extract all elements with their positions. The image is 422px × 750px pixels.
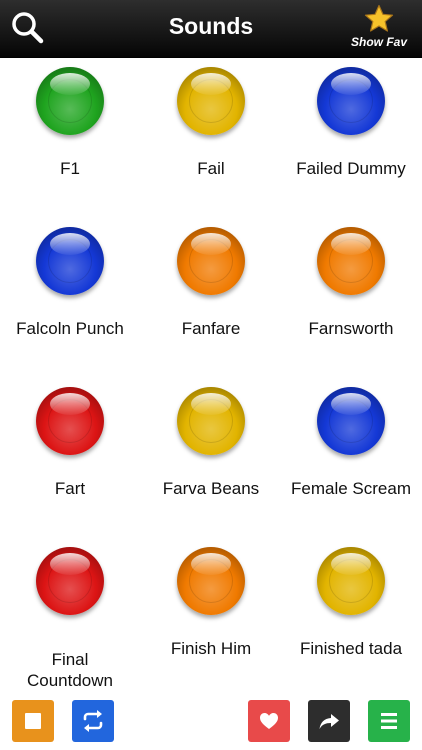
sound-button[interactable] <box>36 227 104 295</box>
sound-button[interactable] <box>177 67 245 135</box>
sound-label: F1 <box>60 159 80 178</box>
menu-icon <box>381 713 397 729</box>
button-gloss <box>50 393 90 415</box>
share-arrow-icon <box>319 714 339 729</box>
sound-item[interactable]: Final Countdown <box>0 537 140 697</box>
sound-button[interactable] <box>317 227 385 295</box>
repeat-icon <box>83 710 103 732</box>
sound-label: Finish Him <box>170 639 252 658</box>
sound-item[interactable]: Finish Him <box>141 537 281 697</box>
favorite-button[interactable] <box>248 700 290 742</box>
sound-item[interactable]: Finished tada <box>281 537 421 697</box>
sound-label: Failed Dummy <box>296 159 406 178</box>
sound-item[interactable]: Fail <box>141 57 281 217</box>
button-gloss <box>331 393 371 415</box>
sound-button[interactable] <box>36 547 104 615</box>
button-gloss <box>191 393 231 415</box>
show-fav-label: Show Fav <box>350 35 407 49</box>
sound-item[interactable]: F1 <box>0 57 140 217</box>
sound-item[interactable]: Farva Beans <box>141 377 281 537</box>
share-button[interactable] <box>308 700 350 742</box>
sound-item[interactable]: Falcoln Punch <box>0 217 140 377</box>
search-button[interactable] <box>10 10 46 46</box>
sound-label: Fanfare <box>181 319 241 338</box>
sound-label: Farva Beans <box>162 479 260 498</box>
sound-label: Fail <box>197 159 225 178</box>
sound-button[interactable] <box>36 387 104 455</box>
stop-icon <box>25 713 41 729</box>
button-gloss <box>191 233 231 255</box>
sound-label: Final Countdown <box>26 650 113 690</box>
sound-item[interactable]: Female Scream <box>281 377 421 537</box>
bottom-toolbar <box>0 690 422 750</box>
heart-icon <box>260 713 278 729</box>
sound-grid: F1 Fail Failed Dummy Falcoln Punch Fanfare Fa… <box>0 57 422 690</box>
sound-item[interactable]: Fart <box>0 377 140 537</box>
repeat-button[interactable] <box>72 700 114 742</box>
button-gloss <box>50 553 90 575</box>
star-icon <box>364 4 394 32</box>
sound-button[interactable] <box>317 387 385 455</box>
sound-button[interactable] <box>36 67 104 135</box>
button-gloss <box>191 553 231 575</box>
sound-button[interactable] <box>177 387 245 455</box>
sound-label: Finished tada <box>299 639 403 658</box>
sound-label: Farnsworth <box>308 319 394 338</box>
show-fav-button[interactable]: Show Fav <box>342 4 416 54</box>
sound-button[interactable] <box>317 547 385 615</box>
sound-label: Falcoln Punch <box>16 319 124 338</box>
menu-button[interactable] <box>368 700 410 742</box>
button-gloss <box>331 233 371 255</box>
button-gloss <box>191 73 231 95</box>
button-gloss <box>331 73 371 95</box>
sound-button[interactable] <box>177 227 245 295</box>
sound-item[interactable]: Farnsworth <box>281 217 421 377</box>
sound-label: Fart <box>54 479 86 498</box>
button-gloss <box>50 73 90 95</box>
button-gloss <box>50 233 90 255</box>
search-icon <box>12 12 44 44</box>
sound-button[interactable] <box>317 67 385 135</box>
stop-button[interactable] <box>12 700 54 742</box>
sound-item[interactable]: Fanfare <box>141 217 281 377</box>
button-gloss <box>331 553 371 575</box>
top-bar: Sounds Show Fav <box>0 0 422 58</box>
sound-item[interactable]: Failed Dummy <box>281 57 421 217</box>
sound-label: Female Scream <box>291 479 411 498</box>
sound-button[interactable] <box>177 547 245 615</box>
